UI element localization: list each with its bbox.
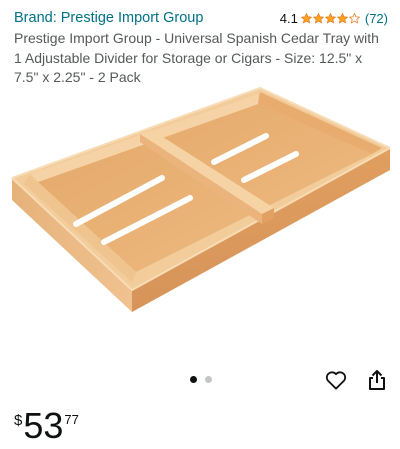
product-header: Brand: Prestige Import Group 4.1 (72) bbox=[14, 8, 388, 28]
product-image[interactable] bbox=[0, 84, 400, 364]
image-carousel-dots bbox=[190, 376, 212, 383]
star-icon bbox=[348, 12, 360, 24]
price-fraction: 77 bbox=[64, 412, 79, 427]
review-count-link[interactable]: (72) bbox=[365, 11, 388, 26]
heart-outline-icon bbox=[325, 371, 347, 390]
price-display: $ 53 77 bbox=[14, 408, 79, 444]
brand-link[interactable]: Brand: Prestige Import Group bbox=[14, 10, 203, 26]
star-icon bbox=[300, 12, 312, 24]
rating-value: 4.1 bbox=[279, 10, 298, 26]
carousel-dot[interactable] bbox=[205, 376, 212, 383]
share-icon bbox=[369, 370, 385, 390]
price-currency-symbol: $ bbox=[14, 412, 23, 429]
star-icon bbox=[336, 12, 348, 24]
product-title: Prestige Import Group - Universal Spanis… bbox=[14, 30, 379, 85]
cedar-tray-image bbox=[11, 86, 391, 312]
price-whole: 53 bbox=[23, 405, 64, 446]
star-icon bbox=[324, 12, 336, 24]
rating-summary[interactable]: 4.1 (72) bbox=[280, 11, 388, 26]
carousel-dot[interactable] bbox=[190, 376, 197, 383]
wishlist-button[interactable] bbox=[323, 367, 349, 393]
star-icon bbox=[312, 12, 324, 24]
share-button[interactable] bbox=[364, 367, 390, 393]
star-rating bbox=[300, 12, 361, 24]
